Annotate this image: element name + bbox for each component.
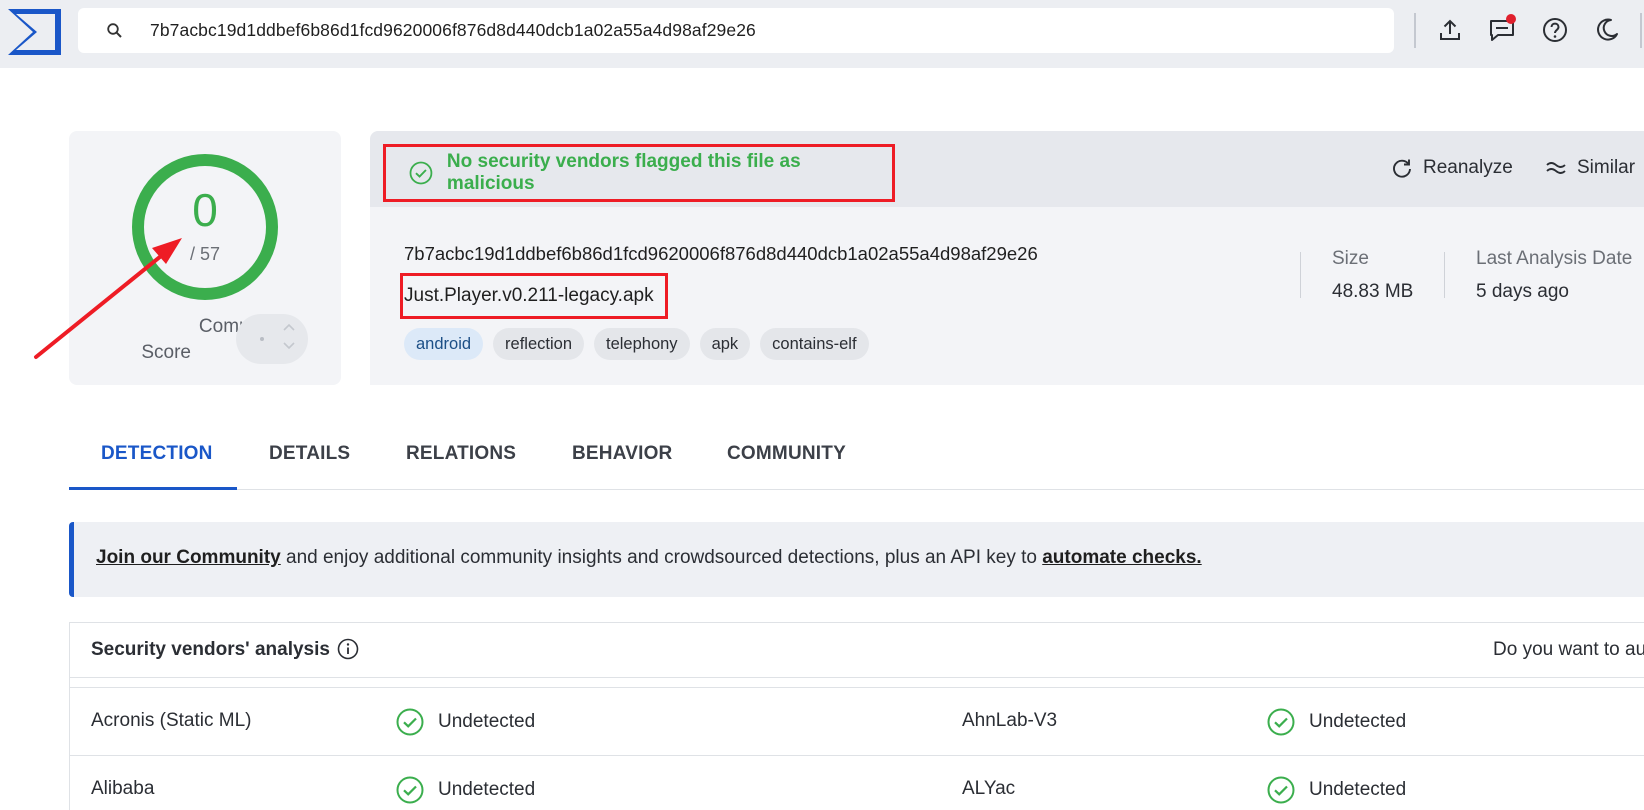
help-icon[interactable] xyxy=(1540,15,1570,45)
notification-dot xyxy=(1506,14,1516,24)
tab-relations[interactable]: RELATIONS xyxy=(406,443,516,465)
join-community-link[interactable]: Join our Community xyxy=(96,547,281,568)
score-card: 0 / 57 Community Score xyxy=(69,131,341,385)
vendor-name: ALYac xyxy=(962,778,1016,799)
tag-telephony[interactable]: telephony xyxy=(594,328,690,360)
tab-community[interactable]: COMMUNITY xyxy=(727,443,846,465)
community-vote-control[interactable] xyxy=(236,314,308,364)
size-value: 48.83 MB xyxy=(1332,281,1414,302)
community-banner-text: Join our Community and enjoy additional … xyxy=(96,547,1202,568)
vendor-status: Undetected xyxy=(1267,776,1406,804)
tag-android[interactable]: android xyxy=(404,328,484,360)
check-circle-icon xyxy=(396,708,424,736)
refresh-icon xyxy=(1393,159,1411,178)
downvote-icon[interactable] xyxy=(283,342,295,350)
table-divider xyxy=(69,687,1644,688)
tab-detection[interactable]: DETECTION xyxy=(101,443,213,465)
verdict-text: No security vendors flagged this file as… xyxy=(446,151,801,194)
search-bar[interactable]: 7b7acbc19d1ddbef6b86d1fcd9620006f876d8d4… xyxy=(78,8,1394,53)
vendors-cta-text[interactable]: Do you want to au xyxy=(1493,639,1644,661)
check-circle-icon xyxy=(1267,708,1295,736)
tag-apk[interactable]: apk xyxy=(699,328,751,360)
table-divider xyxy=(69,677,1644,678)
dark-mode-icon[interactable] xyxy=(1592,15,1622,45)
tag-reflection[interactable]: reflection xyxy=(493,328,584,360)
tabs-divider xyxy=(69,489,1644,490)
info-icon[interactable] xyxy=(337,638,359,660)
detection-total: / 57 xyxy=(189,244,221,264)
upload-icon[interactable] xyxy=(1435,15,1465,45)
vote-score-dot xyxy=(260,337,264,341)
upvote-icon[interactable] xyxy=(283,323,295,331)
similar-icon xyxy=(1546,162,1566,174)
vendor-name: AhnLab-V3 xyxy=(962,710,1058,731)
check-circle-icon xyxy=(396,776,424,804)
search-input[interactable]: 7b7acbc19d1ddbef6b86d1fcd9620006f876d8d4… xyxy=(150,20,756,41)
toolbar-divider xyxy=(1640,13,1642,48)
tag-list: android reflection telephony apk contain… xyxy=(404,328,869,360)
check-circle-icon xyxy=(409,161,433,185)
top-bar: 7b7acbc19d1ddbef6b86d1fcd9620006f876d8d4… xyxy=(0,0,1644,68)
verdict-highlight: No security vendors flagged this file as… xyxy=(383,144,895,202)
table-divider xyxy=(69,755,1644,756)
vendor-name: Alibaba xyxy=(91,778,155,799)
size-label: Size xyxy=(1332,248,1369,269)
file-name: Just.Player.v0.211-legacy.apk xyxy=(404,285,654,306)
file-hash: 7b7acbc19d1ddbef6b86d1fcd9620006f876d8d4… xyxy=(404,243,1038,264)
last-analysis-value: 5 days ago xyxy=(1476,281,1569,302)
search-icon xyxy=(107,22,122,38)
active-tab-indicator xyxy=(69,487,237,490)
virustotal-logo[interactable] xyxy=(6,7,63,57)
tab-details[interactable]: DETAILS xyxy=(269,443,350,465)
tab-behavior[interactable]: BEHAVIOR xyxy=(572,443,672,465)
toolbar-divider xyxy=(1414,13,1416,48)
chat-icon[interactable] xyxy=(1487,14,1517,45)
similar-button[interactable]: Similar xyxy=(1545,157,1635,179)
check-circle-icon xyxy=(1267,776,1295,804)
vendor-name: Acronis (Static ML) xyxy=(91,710,252,731)
detection-score: 0 xyxy=(192,184,218,236)
meta-divider xyxy=(1300,252,1301,298)
vendors-title: Security vendors' analysis xyxy=(91,639,330,660)
meta-divider xyxy=(1444,252,1445,298)
vendor-status: Undetected xyxy=(1267,708,1406,736)
vendor-status: Undetected xyxy=(396,776,535,804)
automate-checks-link[interactable]: automate checks. xyxy=(1042,547,1201,568)
reanalyze-button[interactable]: Reanalyze xyxy=(1391,157,1513,179)
tag-contains-elf[interactable]: contains-elf xyxy=(760,328,869,360)
last-analysis-label: Last Analysis Date xyxy=(1476,248,1633,269)
vendor-status: Undetected xyxy=(396,708,535,736)
